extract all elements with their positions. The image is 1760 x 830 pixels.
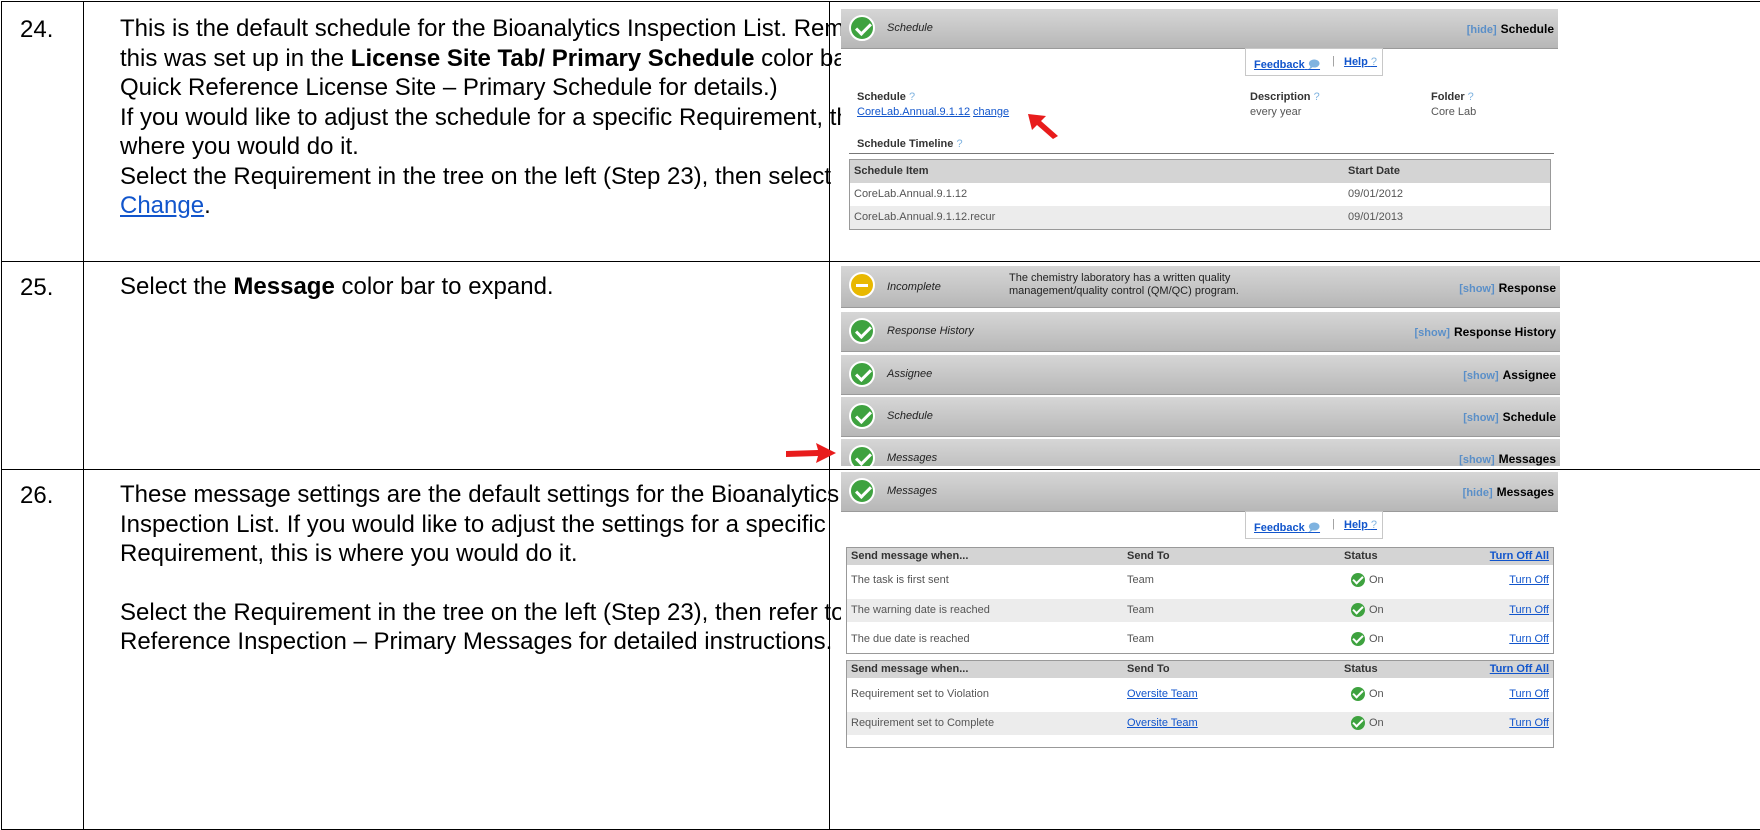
- show-toggle[interactable]: [show]: [1459, 454, 1494, 466]
- column-divider: [83, 2, 84, 829]
- schedule-timeline-label: Schedule Timeline ?: [857, 138, 963, 150]
- table-row: Requirement set to Violation Oversite Te…: [851, 687, 1549, 701]
- turn-off-link[interactable]: Turn Off: [1509, 574, 1549, 586]
- row-divider: [2, 469, 1760, 470]
- help-question-icon: ?: [905, 91, 916, 103]
- help-question-icon: ?: [1310, 91, 1320, 103]
- step-number: 24.: [20, 16, 54, 43]
- hide-toggle[interactable]: [hide]: [1467, 24, 1497, 36]
- show-toggle[interactable]: [show]: [1459, 283, 1494, 295]
- schedule-panel-screenshot: Schedule [hide] Schedule Feedback 🗩 | Hel…: [841, 9, 1558, 230]
- response-color-bar[interactable]: Incomplete The chemistry laboratory has …: [841, 266, 1560, 308]
- turn-off-all-link[interactable]: Turn Off All: [1490, 550, 1549, 562]
- schedule-color-bar[interactable]: Schedule [hide] Schedule: [841, 9, 1558, 49]
- hide-toggle[interactable]: [hide]: [1463, 487, 1493, 499]
- feedback-link[interactable]: Feedback 🗩: [1254, 56, 1320, 75]
- schedule-value-link[interactable]: CoreLab.Annual.9.1.12: [857, 106, 970, 118]
- messages-color-bar[interactable]: Messages [hide] Messages: [841, 472, 1558, 512]
- table-row: The warning date is reached Team On Turn…: [847, 599, 1553, 622]
- status-on-icon: [1351, 603, 1365, 617]
- assignee-color-bar[interactable]: Assignee [show] Assignee: [841, 355, 1560, 395]
- color-bars-screenshot: Incomplete The chemistry laboratory has …: [841, 266, 1560, 466]
- complete-check-icon: [849, 318, 875, 344]
- status-on-icon: [1351, 687, 1365, 701]
- table-row: The task is first sent Team On Turn Off: [851, 573, 1549, 587]
- complete-check-icon: [849, 361, 875, 387]
- schedule-color-bar[interactable]: Schedule [show] Schedule: [841, 397, 1560, 437]
- turn-off-link[interactable]: Turn Off: [1509, 688, 1549, 700]
- feedback-help-box: Feedback 🗩 | Help ?: [1245, 511, 1383, 539]
- folder-value: Core Lab: [1431, 106, 1477, 118]
- status-on-icon: [1351, 632, 1365, 646]
- complete-check-icon: [849, 15, 875, 41]
- incomplete-minus-icon: [849, 272, 875, 298]
- row-divider: [2, 261, 1760, 262]
- step-number: 25.: [20, 274, 54, 301]
- pointer-arrow-icon: [1028, 114, 1058, 139]
- response-history-color-bar[interactable]: Response History [show] Response History: [841, 312, 1560, 352]
- step-number: 26.: [20, 482, 54, 509]
- folder-label: Folder ?: [1431, 91, 1474, 103]
- messages-table: Send message when... Send To Status Turn…: [846, 547, 1554, 654]
- help-question-icon: ?: [1370, 56, 1378, 68]
- step-text: This is the default schedule for the Bio…: [120, 15, 918, 219]
- schedule-label: Schedule ?: [857, 91, 916, 103]
- turn-off-link[interactable]: Turn Off: [1509, 604, 1549, 616]
- feedback-help-box: Feedback 🗩 | Help ?: [1245, 48, 1383, 76]
- oversite-team-link[interactable]: Oversite Team: [1127, 717, 1198, 729]
- complete-check-icon: [849, 478, 875, 504]
- table-header: Send message when... Send To Status Turn…: [847, 548, 1553, 565]
- status-on-icon: [1351, 573, 1365, 587]
- feedback-link[interactable]: Feedback 🗩: [1254, 519, 1320, 538]
- messages-panel-screenshot: Messages [hide] Messages Feedback 🗩 | Hel…: [841, 472, 1558, 826]
- table-header: Send message when... Send To Status Turn…: [847, 661, 1553, 678]
- turn-off-all-link[interactable]: Turn Off All: [1490, 663, 1549, 675]
- messages-table: Send message when... Send To Status Turn…: [846, 660, 1554, 748]
- speech-bubble-icon: 🗩: [1307, 522, 1321, 534]
- table-row: CoreLab.Annual.9.1.12.recur 09/01/2013: [850, 206, 1550, 229]
- help-question-icon: ?: [1464, 91, 1474, 103]
- schedule-timeline-table: Schedule Item Start Date CoreLab.Annual.…: [849, 159, 1551, 230]
- step-text: These message settings are the default s…: [120, 481, 913, 655]
- step-text: Select the Message color bar to expand.: [120, 273, 554, 300]
- table-row: The due date is reached Team On Turn Off: [851, 632, 1549, 646]
- pointer-arrow-icon: [786, 443, 836, 463]
- description-value: every year: [1250, 106, 1302, 118]
- change-link[interactable]: change: [973, 106, 1009, 118]
- status-on-icon: [1351, 716, 1365, 730]
- show-toggle[interactable]: [show]: [1463, 412, 1498, 424]
- speech-bubble-icon: 🗩: [1307, 59, 1321, 71]
- help-question-icon: ?: [953, 138, 963, 150]
- help-link[interactable]: Help ?: [1344, 56, 1377, 68]
- help-question-icon: ?: [1370, 519, 1378, 531]
- complete-check-icon: [849, 445, 875, 466]
- help-link[interactable]: Help ?: [1344, 519, 1377, 531]
- turn-off-link[interactable]: Turn Off: [1509, 633, 1549, 645]
- table-row: CoreLab.Annual.9.1.12 09/01/2012: [854, 188, 1404, 200]
- messages-color-bar[interactable]: Messages [show] Messages: [841, 439, 1560, 466]
- change-link[interactable]: Change: [120, 192, 204, 219]
- oversite-team-link[interactable]: Oversite Team: [1127, 688, 1198, 700]
- show-toggle[interactable]: [show]: [1415, 327, 1450, 339]
- show-toggle[interactable]: [show]: [1463, 370, 1498, 382]
- table-row: Requirement set to Complete Oversite Tea…: [847, 712, 1553, 735]
- turn-off-link[interactable]: Turn Off: [1509, 717, 1549, 729]
- description-label: Description ?: [1250, 91, 1320, 103]
- complete-check-icon: [849, 403, 875, 429]
- table-header: Schedule Item Start Date: [850, 160, 1550, 183]
